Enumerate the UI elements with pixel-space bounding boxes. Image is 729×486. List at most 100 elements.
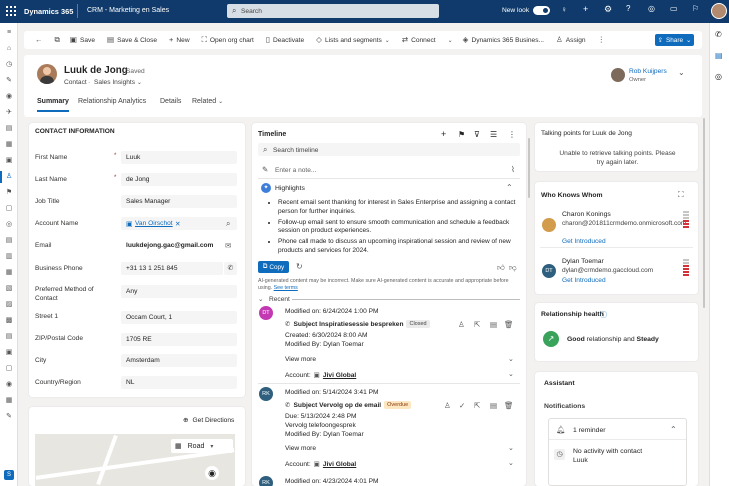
map[interactable]: ▦ Road ▾ ◉ (35, 434, 235, 486)
timeline-item[interactable]: RK Modified on: 5/14/2024 3:41 PM ✆ Subj… (252, 387, 526, 469)
timeline-item[interactable]: RK Modified on: 4/23/2024 4:01 PM (252, 476, 526, 486)
menu-icon[interactable]: ≡ (5, 29, 13, 37)
assign-icon[interactable]: ♙ (444, 401, 451, 410)
street-field[interactable]: Occam Court, 1 (121, 311, 237, 324)
lists-segments-button[interactable]: ◇ Lists and segments ⌄ (316, 36, 390, 44)
deactivate-button[interactable]: ▯ Deactivate (266, 36, 304, 44)
open-icon[interactable]: ⇱ (474, 320, 480, 329)
info-icon[interactable]: ⓘ (600, 310, 607, 320)
chat-icon[interactable]: ▭ (670, 4, 678, 13)
open-icon[interactable]: ⇱ (474, 401, 480, 410)
nav-item-icon[interactable]: ▧ (5, 285, 13, 293)
plus-icon[interactable]: + (583, 4, 588, 14)
get-directions-button[interactable]: ⊕ Get Directions (183, 416, 234, 425)
save-close-button[interactable]: ▤ Save & Close (107, 36, 157, 44)
first-name-field[interactable]: Luuk (121, 151, 237, 164)
owner-name[interactable]: Rob Kuijpers (629, 68, 667, 75)
contacts-icon[interactable]: ♙ (5, 173, 13, 181)
nav-item-icon[interactable]: ▩ (5, 317, 13, 325)
teams-icon[interactable]: ▤ (715, 51, 723, 60)
person-card[interactable]: DT Dylan Toemar dylan@crmdemo.gaccloud.c… (540, 254, 693, 290)
tab-details[interactable]: Details (160, 98, 181, 105)
locate-icon[interactable]: ◉ (205, 466, 219, 480)
nav-item-icon[interactable]: ◉ (5, 93, 13, 101)
app-name[interactable]: Dynamics 365 (24, 7, 73, 16)
assign-icon[interactable]: ♙ (458, 320, 465, 329)
account-link[interactable]: Jivi Global (323, 461, 356, 468)
nav-item-icon[interactable]: ▣ (5, 349, 13, 357)
zip-field[interactable]: 1705 RE (121, 333, 237, 346)
user-avatar[interactable] (711, 3, 727, 19)
chevron-up-icon[interactable]: ⌃ (506, 183, 513, 192)
area-switcher-icon[interactable]: S (4, 470, 14, 480)
email-field[interactable]: luukdejong.gac@gmail.com (126, 242, 213, 249)
account-link[interactable]: Jivi Global (323, 372, 356, 379)
tab-relationship-analytics[interactable]: Relationship Analytics (78, 98, 146, 105)
more-icon[interactable]: ⋮ (598, 36, 606, 44)
global-search[interactable]: ⌕ Search (227, 4, 439, 18)
refresh-icon[interactable]: ↻ (296, 262, 303, 271)
share-button[interactable]: ⇪ Share ⌄ (655, 34, 694, 46)
last-name-field[interactable]: de Jong (121, 173, 237, 186)
chevron-down-icon[interactable]: ⌄ (508, 355, 514, 363)
nav-item-icon[interactable]: ◉ (5, 381, 13, 389)
copilot-icon[interactable]: ◎ (648, 4, 655, 13)
tab-related[interactable]: Related ⌄ (192, 98, 223, 105)
country-field[interactable]: NL (121, 376, 237, 389)
nav-item-icon[interactable]: ▤ (5, 125, 13, 133)
chevron-down-icon[interactable]: ⌄ (678, 68, 685, 77)
see-terms-link[interactable]: See terms (274, 285, 298, 291)
remove-icon[interactable]: ✕ (175, 220, 181, 228)
copy-button[interactable]: ⧉ Copy (258, 261, 289, 273)
chevron-down-icon[interactable]: ⌄ (448, 37, 453, 44)
nav-item-icon[interactable]: ▤ (5, 333, 13, 341)
business-phone-field[interactable]: +31 13 1 251 845 (121, 262, 223, 275)
chevron-up-icon[interactable]: ⌃ (670, 425, 677, 434)
form-selector[interactable]: Sales Insights ⌄ (94, 79, 142, 86)
timeline-scrollbar[interactable] (528, 138, 530, 198)
nav-item-icon[interactable]: ✈ (5, 109, 13, 117)
nav-item-icon[interactable]: ▥ (5, 253, 13, 261)
nav-item-icon[interactable]: ◎ (5, 221, 13, 229)
connect-button[interactable]: ⇄ Connect (402, 36, 436, 44)
account-name-field[interactable]: ▣ Van Oirschot ✕ ⌕ (121, 217, 237, 230)
email-icon[interactable]: ✉ (225, 241, 231, 250)
new-button[interactable]: + New (169, 36, 190, 44)
assign-button[interactable]: ♙ Assign (556, 36, 586, 44)
view-more-button[interactable]: View more (285, 356, 316, 363)
org-chart-button[interactable]: ⛶ Open org chart (202, 36, 254, 44)
edit-icon[interactable]: ▤ (490, 320, 497, 329)
map-style-selector[interactable]: ▦ Road ▾ (171, 439, 233, 453)
feedback-icon[interactable]: ⚐ (692, 4, 699, 13)
lightbulb-icon[interactable]: ♀ (561, 5, 567, 14)
popout-icon[interactable]: ⧉ (55, 36, 60, 44)
recent-icon[interactable]: ◷ (5, 61, 13, 69)
org-chart-icon[interactable]: ⛶ (678, 190, 684, 200)
nav-item-icon[interactable]: ⚑ (5, 189, 13, 197)
nav-item-icon[interactable]: ▤ (5, 237, 13, 245)
back-icon[interactable]: ← (35, 36, 43, 44)
more-icon[interactable]: ⋮ (508, 130, 516, 139)
area-name[interactable]: CRM - Marketing en Sales (87, 7, 169, 14)
nav-item-icon[interactable]: ▦ (5, 397, 13, 405)
reminder-item[interactable]: No activity with contact Luuk (573, 447, 642, 465)
dynamics-business-button[interactable]: ◈ Dynamics 365 Busines... (463, 36, 544, 44)
thumbs-down-icon[interactable]: 👎︎ (509, 263, 517, 273)
plus-icon[interactable]: + (441, 129, 446, 139)
note-input[interactable]: Enter a note... (275, 167, 316, 174)
filter-icon[interactable]: ⊽ (474, 130, 480, 139)
phone-icon[interactable]: ✆ (224, 262, 237, 275)
get-introduced-link[interactable]: Get Introduced (562, 238, 606, 245)
settings-icon[interactable]: ⚙ (604, 4, 612, 15)
preferred-contact-field[interactable]: Any (121, 285, 237, 298)
edit-icon[interactable]: ▤ (490, 401, 497, 410)
nav-item-icon[interactable]: ▨ (5, 301, 13, 309)
get-introduced-link[interactable]: Get Introduced (562, 277, 606, 284)
attachment-icon[interactable]: ⌇ (511, 165, 515, 174)
new-look-toggle[interactable] (533, 6, 550, 15)
timeline-item[interactable]: DT Modified on: 6/24/2024 1:00 PM ✆ Subj… (252, 306, 526, 382)
page-scrollbar[interactable] (703, 118, 705, 308)
delete-icon[interactable]: 🗑︎ (504, 401, 514, 410)
nav-item-icon[interactable]: ▦ (5, 269, 13, 277)
save-button[interactable]: ▣ Save (70, 36, 95, 44)
